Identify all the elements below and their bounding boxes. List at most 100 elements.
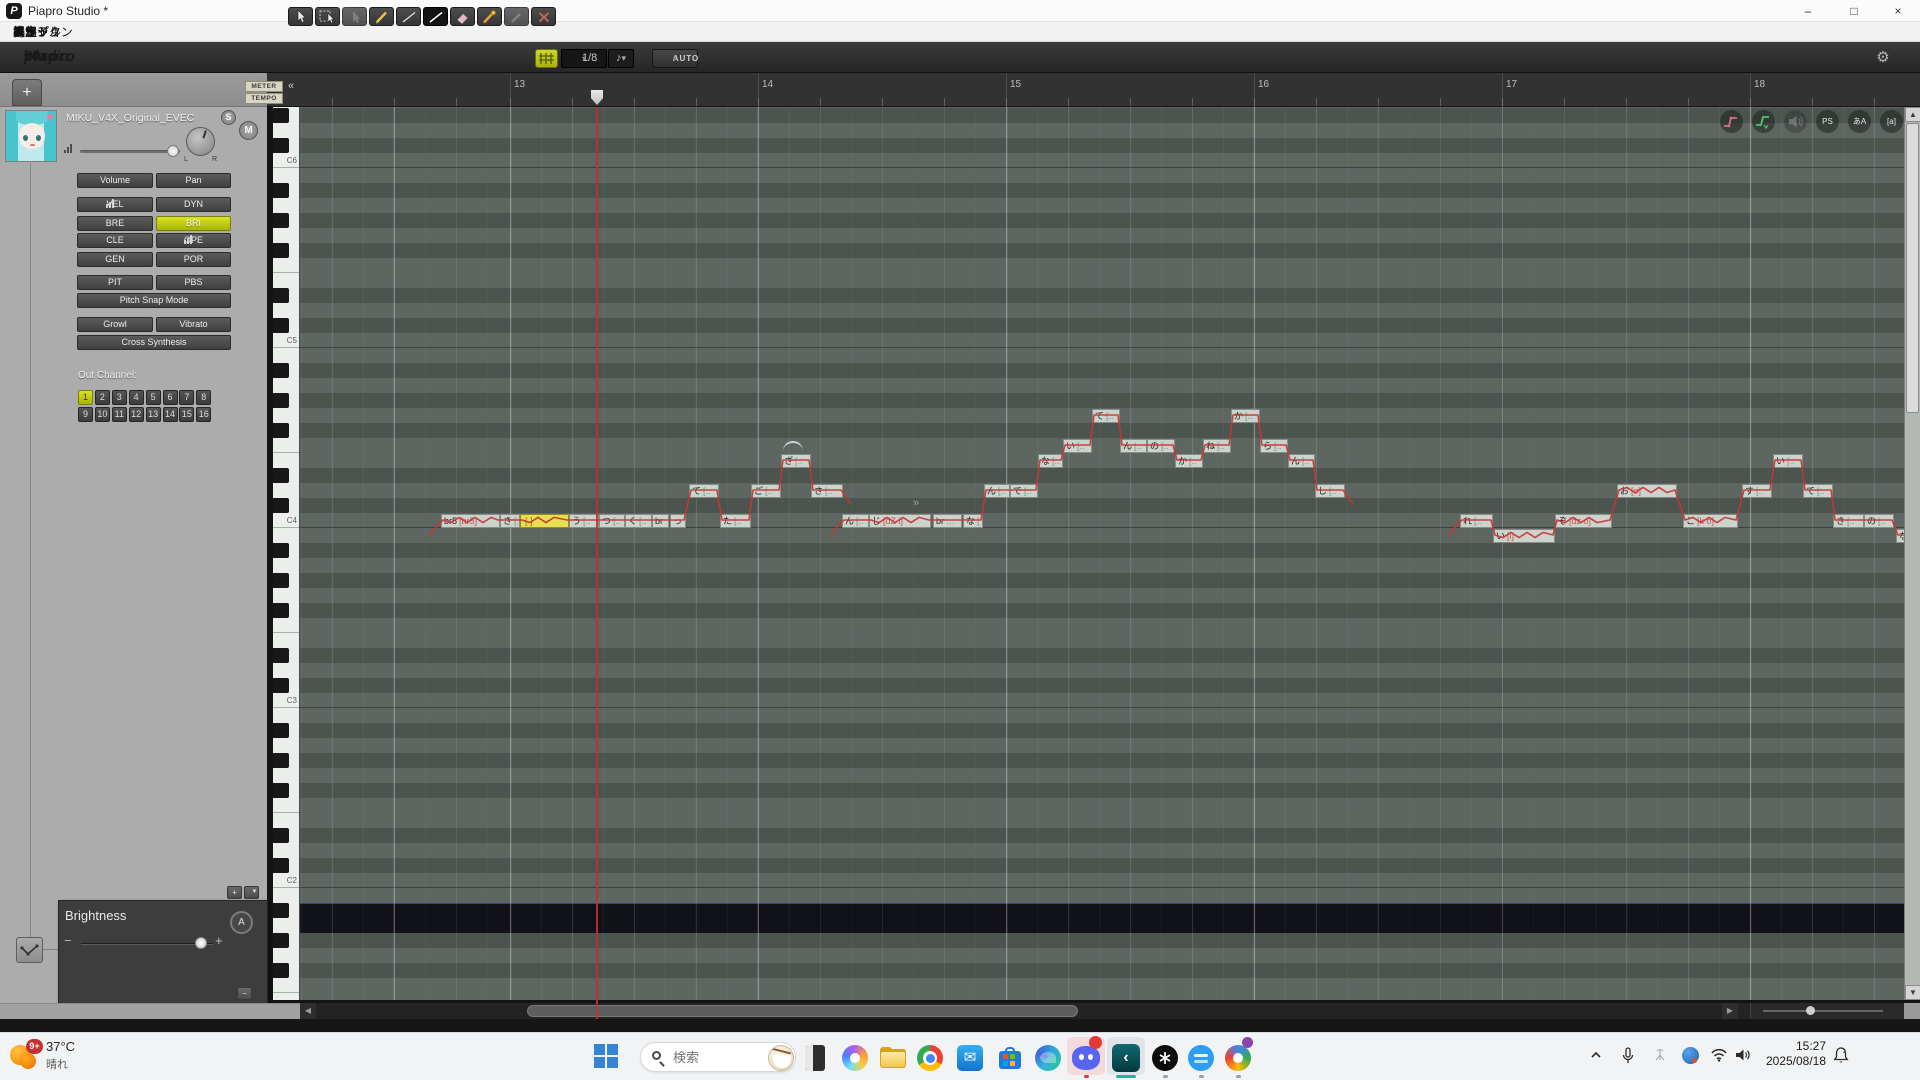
maximize-button[interactable]: □ xyxy=(1832,0,1876,22)
note-length-dropdown[interactable]: ♪▾ xyxy=(608,49,634,68)
menu-8[interactable]: ヘルプ xyxy=(13,22,49,42)
weather-desc[interactable]: 晴れ xyxy=(46,1056,68,1072)
mail-icon[interactable]: ✉ xyxy=(955,1043,985,1073)
minimize-button[interactable]: – xyxy=(1786,0,1830,22)
zoom-slider[interactable] xyxy=(1750,1003,1904,1019)
black-key[interactable] xyxy=(273,423,289,438)
tempo-button[interactable]: TEMPO xyxy=(245,93,283,104)
draw-line-tool[interactable] xyxy=(423,7,448,26)
black-key[interactable] xyxy=(273,288,289,303)
taskbar-clock[interactable]: 15:27 2025/08/18 xyxy=(1752,1039,1826,1069)
black-key[interactable] xyxy=(273,393,289,408)
black-key[interactable] xyxy=(273,933,289,948)
pencil-tool[interactable] xyxy=(369,7,394,26)
vertical-scrollbar[interactable]: ▲ ▼ xyxy=(1904,107,1920,1000)
phoneme-convert-button[interactable]: PS xyxy=(1816,110,1839,133)
param-button-vibrato[interactable]: Vibrato xyxy=(156,317,231,332)
param-button-por[interactable]: POR xyxy=(156,252,231,267)
param-button-pbs[interactable]: PBS xyxy=(156,275,231,290)
taskbar-search[interactable] xyxy=(640,1042,796,1072)
param-collapse-button[interactable]: − xyxy=(237,987,252,1000)
antenna-icon[interactable] xyxy=(1652,1047,1670,1065)
param-auto-button[interactable]: A xyxy=(230,911,253,934)
param-button-volume[interactable]: Volume xyxy=(77,173,153,188)
scroll-right-icon[interactable]: ▶ xyxy=(1722,1003,1738,1019)
channel-11[interactable]: 11 xyxy=(111,407,127,422)
scroll-down-icon[interactable]: ▼ xyxy=(1905,985,1920,1000)
delete-tool[interactable] xyxy=(531,7,556,26)
param-button-gen[interactable]: GEN xyxy=(77,252,153,267)
auto-scroll-button[interactable]: AUTO ▾ xyxy=(652,49,698,68)
kana-roman-button[interactable]: あA xyxy=(1848,110,1871,133)
black-key[interactable] xyxy=(273,108,289,123)
search-highlight-image[interactable] xyxy=(768,1045,794,1071)
line-tool[interactable] xyxy=(396,7,421,26)
copilot-icon[interactable] xyxy=(840,1043,870,1073)
phoneme-show-button[interactable]: [a] xyxy=(1880,110,1903,133)
black-key[interactable] xyxy=(273,573,289,588)
param-button-cle[interactable]: CLE xyxy=(77,233,153,248)
param-dropdown-button[interactable]: ▼ xyxy=(244,886,259,899)
microphone-icon[interactable] xyxy=(1620,1047,1638,1065)
black-key[interactable] xyxy=(273,678,289,693)
piano-roll-grid[interactable]: »br5[br5]き[..[ ]う[..つ[..く[..brって[..た[..ご… xyxy=(300,107,1904,1000)
black-key[interactable] xyxy=(273,138,289,153)
param-add-button[interactable]: + xyxy=(227,886,242,899)
black-key[interactable] xyxy=(273,363,289,378)
pitch-curve-original-toggle[interactable] xyxy=(1720,110,1743,133)
param-button-pan[interactable]: Pan xyxy=(156,173,231,188)
pitch-curve-vibrato-toggle[interactable] xyxy=(1752,110,1775,133)
param-button-bri[interactable]: BRI xyxy=(156,216,231,231)
solo-button[interactable]: S xyxy=(221,110,236,125)
brightness-slider-thumb[interactable] xyxy=(195,937,207,949)
param-plus-label[interactable]: + xyxy=(215,933,223,948)
volume-slider-thumb[interactable] xyxy=(167,145,179,157)
weather-temp[interactable]: 37°C xyxy=(46,1039,75,1054)
channel-4[interactable]: 4 xyxy=(128,390,144,405)
black-key[interactable] xyxy=(273,858,289,873)
black-key[interactable] xyxy=(273,318,289,333)
search-input[interactable] xyxy=(671,1047,756,1067)
channel-15[interactable]: 15 xyxy=(179,407,195,422)
chevron-up-icon[interactable] xyxy=(1588,1047,1606,1065)
start-button[interactable] xyxy=(594,1044,618,1068)
rect-select-tool[interactable] xyxy=(315,7,340,26)
channel-2[interactable]: 2 xyxy=(94,390,110,405)
black-key[interactable] xyxy=(273,603,289,618)
param-button-cross-synthesis[interactable]: Cross Synthesis xyxy=(77,335,231,350)
black-key[interactable] xyxy=(273,243,289,258)
collapse-keys-icon[interactable]: « xyxy=(288,80,294,92)
volume-slider[interactable] xyxy=(80,150,180,153)
channel-12[interactable]: 12 xyxy=(128,407,144,422)
notebook-app-icon[interactable] xyxy=(800,1043,830,1073)
horizontal-scrollbar[interactable]: ◀ ▶ xyxy=(300,1003,1904,1019)
channel-9[interactable]: 9 xyxy=(78,407,93,422)
black-key[interactable] xyxy=(273,213,289,228)
param-button-bre[interactable]: BRE xyxy=(77,216,153,231)
channel-13[interactable]: 13 xyxy=(145,407,161,422)
eraser-tool[interactable] xyxy=(450,7,475,26)
scroll-left-icon[interactable]: ◀ xyxy=(300,1003,316,1019)
file-explorer-icon[interactable] xyxy=(878,1043,908,1073)
wifi-icon[interactable] xyxy=(1710,1047,1728,1065)
black-key[interactable] xyxy=(273,498,289,513)
notification-bell-icon[interactable]: z xyxy=(1832,1046,1850,1066)
channel-1[interactable]: 1 xyxy=(78,390,93,405)
param-button-growl[interactable]: Growl xyxy=(77,317,153,332)
param-button-dyn[interactable]: DYN xyxy=(156,197,231,212)
black-key[interactable] xyxy=(273,183,289,198)
piano-keyboard[interactable]: C6 C5 C4 C3 C2 xyxy=(273,107,300,1000)
close-button[interactable]: × xyxy=(1876,0,1920,22)
channel-8[interactable]: 8 xyxy=(196,390,212,405)
settings-gear-icon[interactable]: ⚙ xyxy=(1872,48,1894,68)
volume-icon[interactable] xyxy=(1734,1047,1752,1065)
piapro-host-icon[interactable]: ‹ xyxy=(1111,1043,1141,1073)
param-button-pitch-snap-mode[interactable]: Pitch Snap Mode xyxy=(77,293,231,308)
black-key[interactable] xyxy=(273,543,289,558)
channel-7[interactable]: 7 xyxy=(179,390,195,405)
param-curve-button[interactable] xyxy=(16,937,43,963)
black-key[interactable] xyxy=(273,903,289,918)
param-button-vel[interactable]: VEL xyxy=(77,197,153,212)
channel-16[interactable]: 16 xyxy=(196,407,212,422)
horizontal-scroll-thumb[interactable] xyxy=(527,1005,1078,1017)
